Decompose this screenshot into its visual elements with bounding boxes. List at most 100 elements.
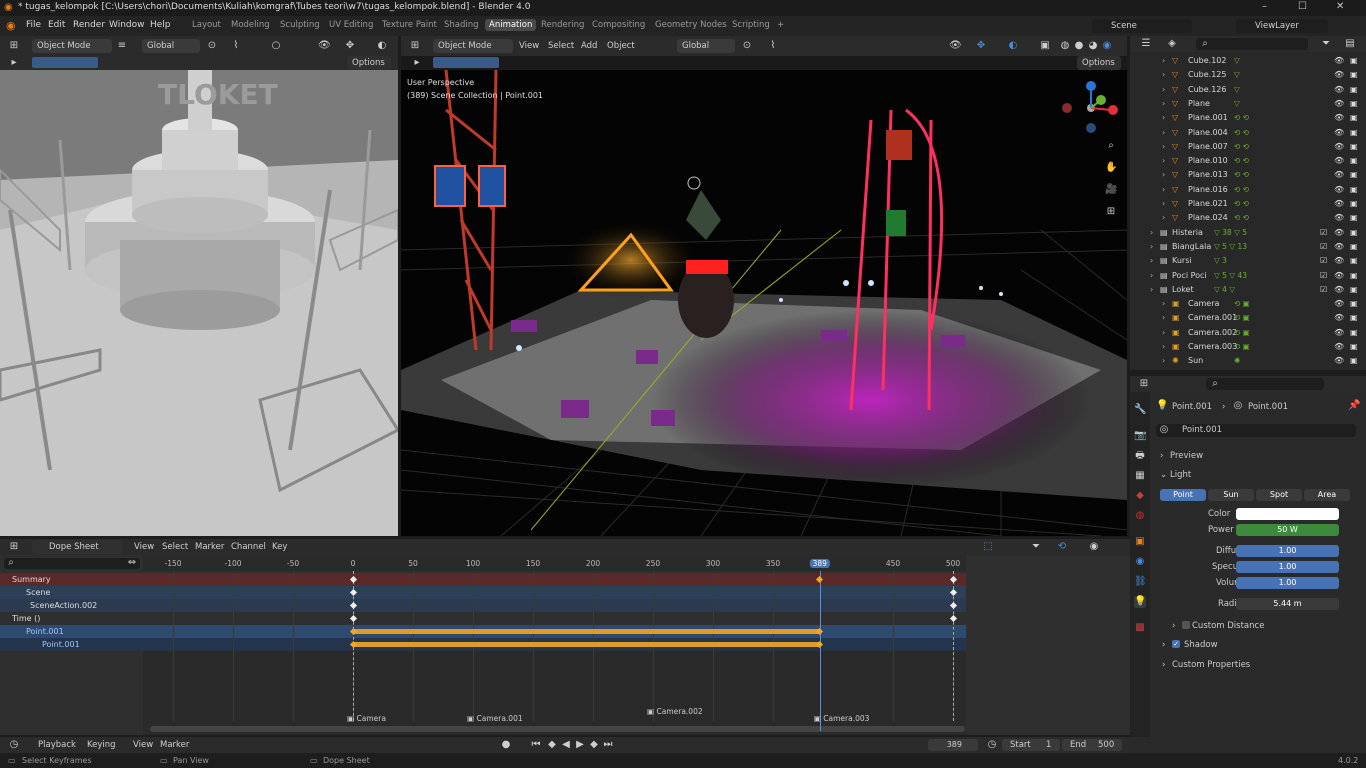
- tab-rendering[interactable]: Rendering: [537, 19, 588, 31]
- expand-chevron-icon[interactable]: ›: [1162, 70, 1165, 79]
- dope-mode-dropdown[interactable]: Dope Sheet: [32, 540, 122, 554]
- frame-ruler[interactable]: [143, 555, 966, 571]
- expand-chevron-icon[interactable]: ›: [1150, 285, 1153, 294]
- rendered-shading-icon[interactable]: ◉: [1101, 40, 1113, 52]
- overlay-icon[interactable]: ◐: [376, 40, 388, 52]
- dope-menu-view[interactable]: View: [134, 542, 154, 552]
- timeline-menu-keying[interactable]: Keying: [87, 740, 116, 750]
- jump-end-icon[interactable]: ⏭: [602, 739, 614, 751]
- current-frame-field[interactable]: 389: [928, 739, 978, 751]
- render-camera-icon[interactable]: ▣: [1350, 128, 1358, 137]
- expand-chevron-icon[interactable]: ›: [1162, 342, 1165, 351]
- display-mode-icon[interactable]: ◈: [1166, 38, 1178, 50]
- play-icon[interactable]: ▶: [574, 739, 586, 751]
- expand-chevron-icon[interactable]: ›: [1162, 213, 1165, 222]
- light-type-point[interactable]: Point: [1160, 489, 1206, 501]
- light-data-tab-icon[interactable]: 💡: [1134, 596, 1146, 608]
- properties-editor-icon[interactable]: ⊞: [1138, 378, 1150, 390]
- menu-edit[interactable]: Edit: [48, 20, 65, 30]
- channel-point-object[interactable]: Point.001: [0, 625, 143, 638]
- menu-render[interactable]: Render: [73, 20, 105, 30]
- expand-chevron-icon[interactable]: ›: [1162, 56, 1165, 65]
- expand-chevron-icon[interactable]: ›: [1162, 85, 1165, 94]
- material-shading-icon[interactable]: ◕: [1087, 40, 1099, 52]
- visibility-eye-icon[interactable]: 👁: [1334, 113, 1344, 122]
- tab-uv-editing[interactable]: UV Editing: [325, 19, 377, 31]
- custom-props-chevron-icon[interactable]: ›: [1162, 660, 1165, 670]
- orientation-dropdown-right[interactable]: Global: [677, 39, 735, 53]
- visibility-eye-icon[interactable]: 👁: [1334, 356, 1344, 365]
- tab-texture-paint[interactable]: Texture Paint: [378, 19, 441, 31]
- outliner-row[interactable]: › ▽ Plane.016 ⟲ ⟲ 👁 ▣: [1130, 183, 1366, 197]
- zoom-icon[interactable]: ⌕: [1105, 140, 1117, 152]
- timeline-editor-icon[interactable]: ◷: [8, 739, 20, 751]
- menu-select[interactable]: Select: [548, 41, 574, 51]
- visibility-icon-right[interactable]: 👁: [949, 40, 962, 52]
- keyframe[interactable]: [949, 614, 957, 623]
- object-tab-icon[interactable]: ▣: [1134, 536, 1146, 548]
- visibility-eye-icon[interactable]: 👁: [1334, 271, 1344, 280]
- add-workspace-button[interactable]: +: [773, 19, 788, 31]
- light-panel-header[interactable]: Light: [1170, 470, 1191, 480]
- custom-distance-chevron-icon[interactable]: ›: [1172, 621, 1175, 631]
- render-camera-icon[interactable]: ▣: [1350, 213, 1358, 222]
- tab-compositing[interactable]: Compositing: [588, 19, 649, 31]
- dope-menu-key[interactable]: Key: [272, 542, 287, 552]
- pivot-icon-right[interactable]: ⊙: [741, 40, 753, 52]
- render-camera-icon[interactable]: ▣: [1350, 70, 1358, 79]
- channel-scene[interactable]: Scene: [0, 586, 143, 599]
- visibility-eye-icon[interactable]: 👁: [1334, 256, 1344, 265]
- horizontal-scrollbar[interactable]: [150, 726, 965, 732]
- left-options-dropdown[interactable]: Options: [347, 56, 391, 70]
- snap-cycle-icon[interactable]: ⟲: [1056, 541, 1068, 553]
- visibility-eye-icon[interactable]: 👁: [1334, 170, 1344, 179]
- channel-time[interactable]: Time (): [0, 612, 143, 625]
- tab-animation[interactable]: Animation: [485, 19, 537, 31]
- expand-chevron-icon[interactable]: ›: [1162, 313, 1165, 322]
- outliner-row[interactable]: › ▽ Plane.010 ⟲ ⟲ 👁 ▣: [1130, 154, 1366, 168]
- menu-view[interactable]: View: [519, 41, 539, 51]
- dope-menu-channel[interactable]: Channel: [231, 542, 266, 552]
- timeline-menu-marker[interactable]: Marker: [160, 740, 189, 750]
- outliner-row[interactable]: › ▣ Camera ⟲ ▣ 👁 ▣: [1130, 297, 1366, 311]
- hamburger-icon[interactable]: ≡: [116, 40, 128, 52]
- render-camera-icon[interactable]: ▣: [1350, 185, 1358, 194]
- color-swatch[interactable]: [1236, 508, 1339, 520]
- visibility-icon[interactable]: 👁: [318, 40, 331, 52]
- visibility-eye-icon[interactable]: 👁: [1334, 285, 1344, 294]
- channel-scene-action[interactable]: SceneAction.002: [0, 599, 143, 612]
- expand-chevron-icon[interactable]: ›: [1162, 299, 1165, 308]
- keyframe-hold-bar[interactable]: [353, 629, 820, 634]
- outliner-row[interactable]: › ▣ Camera.003 ⟲ ▣ 👁 ▣: [1130, 340, 1366, 354]
- expand-chevron-icon[interactable]: ›: [1150, 242, 1153, 251]
- render-camera-icon[interactable]: ▣: [1350, 199, 1358, 208]
- outliner-row[interactable]: › ▽ Plane.001 ⟲ ⟲ 👁 ▣: [1130, 111, 1366, 125]
- preview-chevron-icon[interactable]: ›: [1160, 451, 1163, 461]
- timeline-marker[interactable]: ▣ Camera: [347, 714, 386, 723]
- exclude-checkbox-icon[interactable]: ☑: [1320, 256, 1327, 265]
- outliner-editor-icon[interactable]: ☰: [1140, 38, 1152, 50]
- dope-editor-icon[interactable]: ⊞: [8, 541, 20, 553]
- datablock-field[interactable]: ◎ Point.001: [1156, 424, 1356, 437]
- new-collection-icon[interactable]: ▤: [1344, 38, 1356, 50]
- filter-icon[interactable]: ⏷: [1320, 38, 1332, 50]
- maximize-button[interactable]: ☐: [1298, 1, 1307, 12]
- play-reverse-icon[interactable]: ◀: [560, 739, 572, 751]
- outliner-row[interactable]: › ▣ Camera.002 ⟲ ▣ 👁 ▣: [1130, 326, 1366, 340]
- camera-view-icon[interactable]: 🎥: [1105, 184, 1117, 196]
- toolbar-toggle-icon[interactable]: ▸: [8, 57, 20, 69]
- light-chevron-icon[interactable]: ⌄: [1160, 470, 1167, 480]
- keyframe[interactable]: [349, 614, 357, 623]
- render-camera-icon[interactable]: ▣: [1350, 142, 1358, 151]
- expand-chevron-icon[interactable]: ›: [1162, 99, 1165, 108]
- outliner-row[interactable]: › ▽ Plane.004 ⟲ ⟲ 👁 ▣: [1130, 126, 1366, 140]
- gizmo-icon-right[interactable]: ✥: [975, 40, 987, 52]
- render-camera-icon[interactable]: ▣: [1350, 299, 1358, 308]
- render-camera-icon[interactable]: ▣: [1350, 156, 1358, 165]
- right-viewport[interactable]: User Perspective (389) Scene Collection …: [401, 70, 1127, 536]
- toolbar-toggle-icon-right[interactable]: ▸: [411, 57, 423, 69]
- visibility-eye-icon[interactable]: 👁: [1334, 142, 1344, 151]
- view-layer-tab-icon[interactable]: ▦: [1134, 470, 1146, 482]
- pin-icon[interactable]: 📌: [1348, 400, 1360, 412]
- channel-summary[interactable]: Summary: [0, 573, 143, 586]
